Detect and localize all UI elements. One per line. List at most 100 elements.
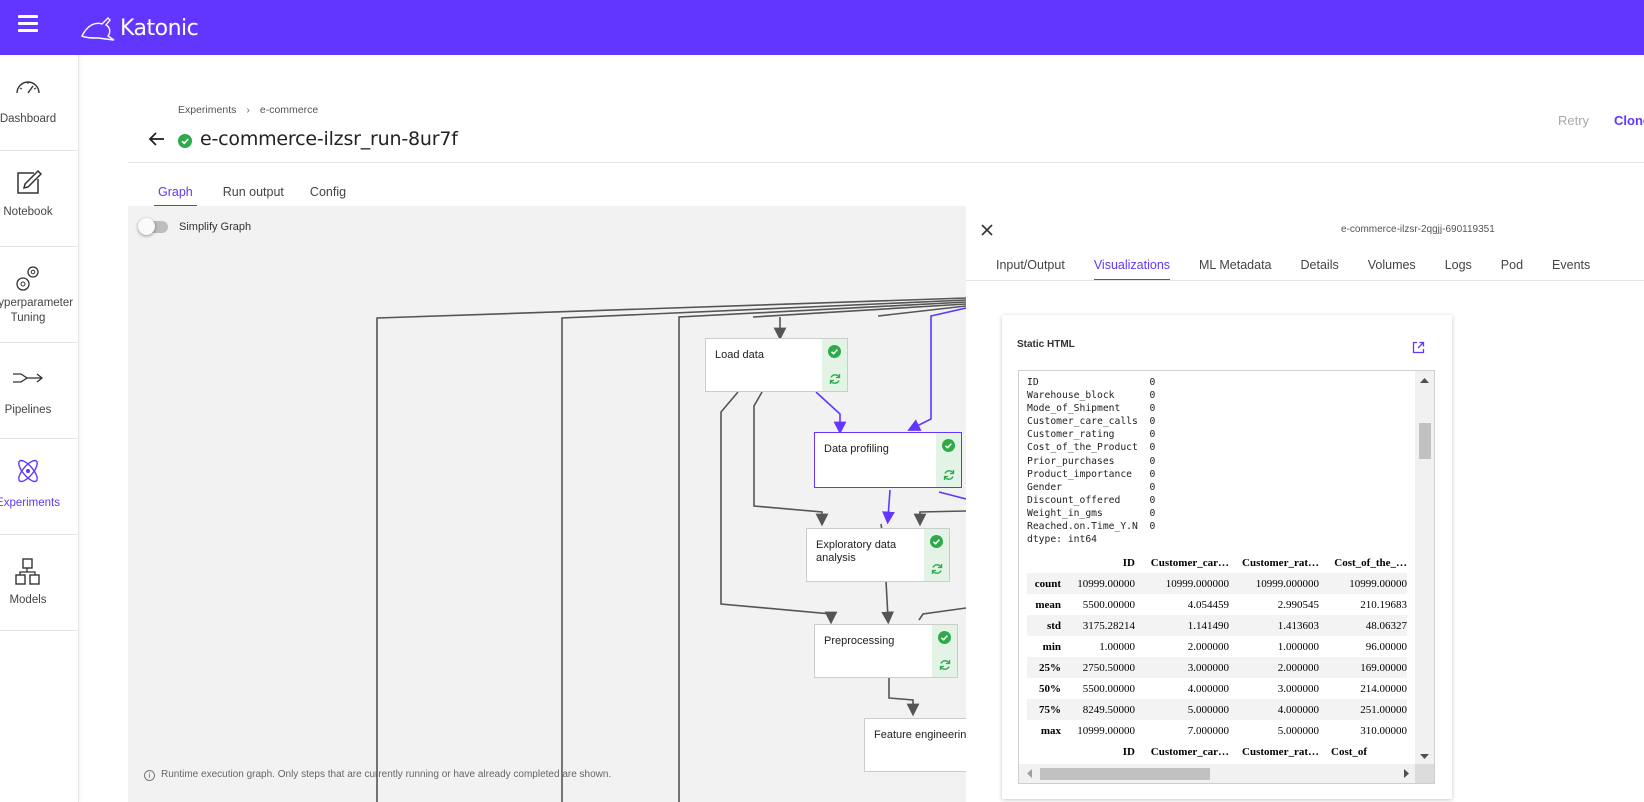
row-label: 50% [1039, 682, 1061, 695]
scrollbar-corner [1415, 764, 1434, 783]
node-label: Preprocessing [824, 635, 895, 647]
table-cell: 10999.000000 [1255, 577, 1319, 590]
sidebar-item-label: Dashboard [0, 113, 57, 125]
kangaroo-logo-icon [81, 17, 115, 41]
scroll-down-icon[interactable] [1415, 750, 1434, 764]
graph-info-note: i Runtime execution graph. Only steps tha… [144, 769, 611, 781]
graph-node-load-data[interactable]: Load data [705, 338, 848, 392]
graph-node-feature-engineering[interactable]: Feature engineering [864, 718, 966, 772]
tab-details[interactable]: Details [1301, 258, 1339, 281]
table-cell: 2.000000 [1187, 640, 1229, 653]
table-cell: 5.000000 [1277, 724, 1319, 737]
node-label: Feature engineering [874, 729, 966, 741]
tab-ml-metadata[interactable]: ML Metadata [1199, 258, 1272, 281]
html-output-viewer[interactable]: ID 0 Warehouse_block 0 Mode_of_Shipment … [1018, 370, 1435, 784]
brand-logo[interactable]: Katonic [78, 13, 199, 43]
table-header-row: ID Customer_car… Customer_rat… Cost_of_t… [1027, 552, 1407, 573]
table-cell: 10999.00000 [1349, 577, 1407, 590]
graph-node-preprocessing[interactable]: Preprocessing [814, 624, 958, 678]
breadcrumb-chevron-icon: › [246, 104, 250, 116]
graph-node-exploratory-data-analysis[interactable]: Exploratory data analysis [806, 528, 950, 582]
menu-icon[interactable] [18, 15, 38, 32]
retry-button[interactable]: Retry [1558, 113, 1589, 128]
sidebar-item-dashboard[interactable]: Dashboard [0, 55, 79, 151]
sidebar-item-pipelines[interactable]: Pipelines [0, 343, 79, 439]
sidebar-item-hyperparameter-tuning[interactable]: Hyperparameter Tuning [0, 247, 79, 343]
row-label: max [1040, 724, 1061, 737]
table-cell: 10999.00000 [1077, 577, 1135, 590]
table-header-cell [1027, 741, 1061, 762]
tab-logs[interactable]: Logs [1445, 258, 1472, 281]
tab-run-output[interactable]: Run output [223, 185, 284, 207]
retry-icon[interactable] [942, 468, 956, 482]
sidebar: Dashboard Notebook Hyperparameter Tuning… [0, 55, 79, 802]
table-cell: 210.19683 [1360, 598, 1407, 611]
graph-info-text: Runtime execution graph. Only steps that… [161, 769, 612, 780]
table-header-cell: Customer_rat… [1242, 745, 1319, 758]
breadcrumb-link-experiments[interactable]: Experiments [178, 104, 236, 116]
table-cell: 4.000000 [1187, 682, 1229, 695]
panel-tabs: Input/Output Visualizations ML Metadata … [996, 258, 1619, 281]
sidebar-item-experiments[interactable]: Experiments [0, 439, 79, 535]
table-cell: 1.413603 [1277, 619, 1319, 632]
scroll-left-icon[interactable] [1022, 764, 1036, 783]
table-cell: 251.00000 [1360, 703, 1407, 716]
vertical-scrollbar[interactable] [1415, 371, 1434, 766]
table-cell: 96.00000 [1365, 640, 1407, 653]
graph-canvas[interactable]: Simplify Graph Load data Data profiling … [128, 206, 966, 802]
table-row: mean 5500.00000 4.054459 2.990545 210.19683 [1027, 594, 1407, 615]
scroll-up-icon[interactable] [1415, 373, 1434, 387]
table-row: 50% 5500.00000 4.000000 3.000000 214.00000 [1027, 678, 1407, 699]
tab-input-output[interactable]: Input/Output [996, 258, 1065, 281]
tab-pod[interactable]: Pod [1501, 258, 1523, 281]
table-cell: 7.000000 [1187, 724, 1229, 737]
back-arrow-icon[interactable] [148, 130, 166, 148]
table-cell: 10999.000000 [1165, 577, 1229, 590]
node-label: Data profiling [824, 443, 889, 455]
tab-visualizations[interactable]: Visualizations [1093, 258, 1171, 281]
sidebar-item-label: Pipelines [4, 404, 52, 416]
sidebar-item-label: Models [9, 594, 47, 606]
graph-edges [376, 297, 966, 802]
clone-button[interactable]: Clone [1614, 113, 1644, 128]
node-label: Load data [715, 349, 764, 361]
table-cell: 310.00000 [1360, 724, 1407, 737]
open-in-new-icon[interactable] [1412, 341, 1425, 354]
vertical-scroll-thumb[interactable] [1419, 423, 1431, 459]
table-cell: 4.000000 [1277, 703, 1319, 716]
top-app-bar: Katonic [0, 0, 1644, 55]
table-header-cell: ID [1122, 556, 1135, 569]
sidebar-item-label: Hyperparameter Tuning [0, 297, 74, 324]
graph-node-data-profiling[interactable]: Data profiling [814, 432, 962, 488]
retry-icon[interactable] [938, 658, 952, 672]
breadcrumb-link-current[interactable]: e-commerce [260, 104, 318, 116]
table-row: max 10999.00000 7.000000 5.000000 310.00000 [1027, 720, 1407, 741]
success-status-icon [178, 134, 192, 148]
sidebar-item-models[interactable]: Models [0, 535, 79, 631]
tab-volumes[interactable]: Volumes [1368, 258, 1416, 281]
table-header-cell: Customer_car… [1150, 745, 1229, 758]
table-row: count 10999.00000 10999.000000 10999.000000… [1027, 573, 1407, 594]
sidebar-item-notebook[interactable]: Notebook [0, 151, 79, 247]
retry-icon[interactable] [828, 372, 842, 386]
table-cell: 5.000000 [1187, 703, 1229, 716]
table-row: 25% 2750.50000 3.000000 2.000000 169.00000 [1027, 657, 1407, 678]
tab-graph[interactable]: Graph [154, 185, 197, 207]
tab-events[interactable]: Events [1552, 258, 1590, 281]
table-cell: 169.00000 [1360, 661, 1407, 674]
close-icon[interactable] [980, 223, 994, 237]
table-header-cell: Cost_of_the_… [1334, 556, 1407, 569]
table-cell: 2.990545 [1277, 598, 1319, 611]
retry-icon[interactable] [930, 562, 944, 576]
gears-icon [0, 263, 56, 295]
row-label: mean [1035, 598, 1061, 611]
tab-config[interactable]: Config [310, 185, 346, 207]
table-header-cell: Cost_of [1331, 745, 1368, 758]
pod-run-id: e-commerce-ilzsr-2qgjj-690119351 [1341, 224, 1495, 235]
scroll-right-icon[interactable] [1400, 764, 1414, 783]
table-cell: 3.000000 [1277, 682, 1319, 695]
horizontal-scrollbar[interactable] [1019, 764, 1417, 783]
horizontal-scroll-thumb[interactable] [1040, 768, 1210, 780]
table-header-cell: ID [1122, 745, 1135, 758]
info-icon: i [144, 770, 155, 781]
